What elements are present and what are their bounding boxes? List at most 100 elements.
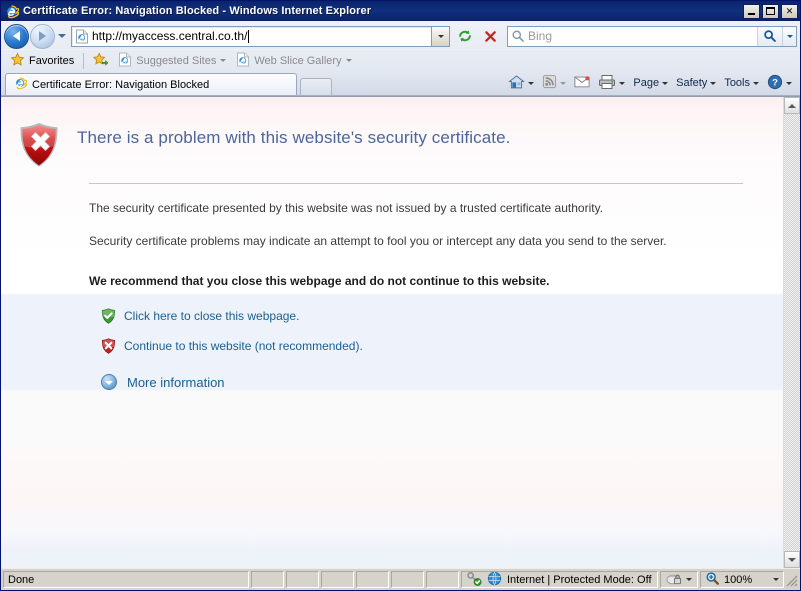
window-controls: ✕ bbox=[743, 3, 798, 19]
resize-grip[interactable] bbox=[786, 571, 800, 588]
title-bar: Certificate Error: Navigation Blocked - … bbox=[1, 1, 800, 21]
search-input[interactable]: Bing bbox=[528, 27, 757, 46]
web-slice-gallery-label: Web Slice Gallery bbox=[254, 54, 342, 67]
error-description-1: The security certificate presented by th… bbox=[89, 201, 604, 215]
page-title: There is a problem with this website's s… bbox=[77, 128, 511, 147]
tab-certificate-error[interactable]: Certificate Error: Navigation Blocked bbox=[5, 73, 297, 95]
tools-menu-label: Tools bbox=[724, 77, 750, 89]
browser-window: Certificate Error: Navigation Blocked - … bbox=[0, 0, 801, 591]
search-go-button[interactable] bbox=[757, 26, 782, 46]
safety-menu-label: Safety bbox=[676, 77, 708, 89]
add-to-favorites-bar-button[interactable] bbox=[88, 51, 113, 70]
chevron-down-circle-icon bbox=[101, 374, 117, 391]
red-shield-error-icon bbox=[17, 121, 61, 169]
security-zone-cell[interactable]: Internet | Protected Mode: Off bbox=[461, 571, 658, 588]
stop-icon bbox=[485, 30, 496, 42]
stop-button[interactable] bbox=[479, 25, 502, 48]
error-description-2: Security certificate problems may indica… bbox=[89, 234, 667, 249]
print-icon bbox=[598, 74, 616, 93]
favorites-button[interactable]: Favorites bbox=[5, 51, 79, 70]
home-icon bbox=[508, 74, 526, 93]
close-webpage-link[interactable]: Click here to close this webpage. bbox=[124, 309, 299, 323]
close-button[interactable]: ✕ bbox=[781, 3, 798, 19]
suggested-sites-button[interactable]: Suggested Sites bbox=[113, 51, 231, 70]
print-button[interactable] bbox=[594, 73, 629, 93]
feeds-button[interactable] bbox=[538, 73, 570, 93]
add-star-icon bbox=[93, 51, 109, 70]
recent-pages-button[interactable] bbox=[55, 34, 68, 38]
mail-icon bbox=[574, 75, 590, 91]
help-button[interactable]: ? bbox=[763, 73, 796, 93]
error-recommendation: We recommend that you close this webpage… bbox=[89, 273, 550, 288]
red-shield-warning-icon bbox=[101, 338, 116, 354]
chevron-down-icon bbox=[220, 59, 227, 62]
page-icon bbox=[72, 27, 92, 46]
toolbar-separator bbox=[83, 52, 85, 69]
address-dropdown-button[interactable] bbox=[431, 26, 449, 46]
globe-icon bbox=[487, 571, 502, 589]
triangle-up-icon bbox=[788, 103, 796, 108]
forward-button[interactable] bbox=[30, 23, 55, 49]
zoom-magnifier-icon bbox=[705, 571, 720, 589]
certificate-error-page: There is a problem with this website's s… bbox=[1, 97, 783, 568]
zoom-level: 100% bbox=[724, 573, 753, 586]
minimize-button[interactable] bbox=[743, 3, 760, 19]
svg-text:?: ? bbox=[772, 77, 778, 88]
page-area: There is a problem with this website's s… bbox=[1, 96, 800, 568]
action-links: Click here to close this webpage. Contin… bbox=[101, 308, 723, 391]
refresh-button[interactable] bbox=[453, 25, 476, 48]
maximize-button[interactable] bbox=[762, 3, 779, 19]
command-bar: Page Safety Tools ? bbox=[504, 73, 796, 95]
zone-text: Internet | Protected Mode: Off bbox=[507, 573, 652, 586]
search-provider-dropdown[interactable] bbox=[782, 26, 796, 46]
scrollbar-track[interactable] bbox=[784, 114, 800, 551]
navigation-bar: http://myaccess.central.co.th/ Bing bbox=[1, 21, 800, 49]
tools-menu-button[interactable]: Tools bbox=[720, 73, 763, 93]
ie-page-icon bbox=[236, 52, 250, 70]
star-icon bbox=[10, 51, 25, 70]
more-information-row[interactable]: More information bbox=[101, 374, 723, 391]
zoom-control[interactable]: 100% bbox=[700, 571, 784, 588]
address-input-text[interactable]: http://myaccess.central.co.th/ bbox=[92, 27, 431, 46]
page-menu-label: Page bbox=[633, 77, 660, 89]
status-bar: Done Internet | Protected Mode: Off 100% bbox=[1, 568, 800, 590]
tab-bar: Certificate Error: Navigation Blocked Pa… bbox=[1, 71, 800, 95]
search-go-icon bbox=[764, 30, 776, 42]
green-shield-ok-icon bbox=[101, 308, 116, 324]
close-webpage-row[interactable]: Click here to close this webpage. bbox=[101, 308, 723, 324]
status-segment bbox=[426, 571, 459, 588]
continue-website-link[interactable]: Continue to this website (not recommende… bbox=[124, 339, 363, 353]
ie-logo-icon bbox=[13, 76, 28, 93]
refresh-icon bbox=[458, 30, 471, 42]
favorites-label: Favorites bbox=[29, 54, 75, 67]
back-button[interactable] bbox=[4, 23, 29, 49]
address-bar[interactable]: http://myaccess.central.co.th/ bbox=[71, 25, 450, 47]
title-divider bbox=[89, 183, 743, 184]
rss-feed-icon bbox=[542, 74, 557, 92]
status-segment bbox=[286, 571, 319, 588]
safety-menu-button[interactable]: Safety bbox=[672, 73, 720, 93]
scroll-up-button[interactable] bbox=[784, 97, 800, 114]
mail-button[interactable] bbox=[570, 73, 594, 93]
address-value: http://myaccess.central.co.th/ bbox=[92, 29, 248, 43]
new-tab-button[interactable] bbox=[300, 78, 332, 95]
ie-page-icon bbox=[118, 52, 132, 70]
vertical-scrollbar[interactable] bbox=[783, 97, 800, 568]
magnifier-icon bbox=[508, 27, 528, 46]
chevron-down-icon bbox=[345, 59, 352, 62]
scroll-down-button[interactable] bbox=[784, 551, 800, 568]
toolbar-area: http://myaccess.central.co.th/ Bing Favo… bbox=[1, 21, 800, 96]
home-button[interactable] bbox=[504, 73, 538, 93]
web-slice-gallery-button[interactable]: Web Slice Gallery bbox=[231, 51, 356, 70]
status-segment bbox=[356, 571, 389, 588]
page-menu-button[interactable]: Page bbox=[629, 73, 672, 93]
triangle-down-icon bbox=[788, 557, 796, 562]
continue-website-row[interactable]: Continue to this website (not recommende… bbox=[101, 338, 723, 354]
window-title: Certificate Error: Navigation Blocked - … bbox=[23, 5, 372, 17]
status-segment bbox=[321, 571, 354, 588]
close-icon: ✕ bbox=[785, 5, 794, 16]
privacy-report-button[interactable] bbox=[660, 571, 698, 588]
search-box[interactable]: Bing bbox=[507, 25, 797, 47]
more-information-link[interactable]: More information bbox=[127, 375, 225, 390]
suggested-sites-label: Suggested Sites bbox=[136, 54, 217, 67]
